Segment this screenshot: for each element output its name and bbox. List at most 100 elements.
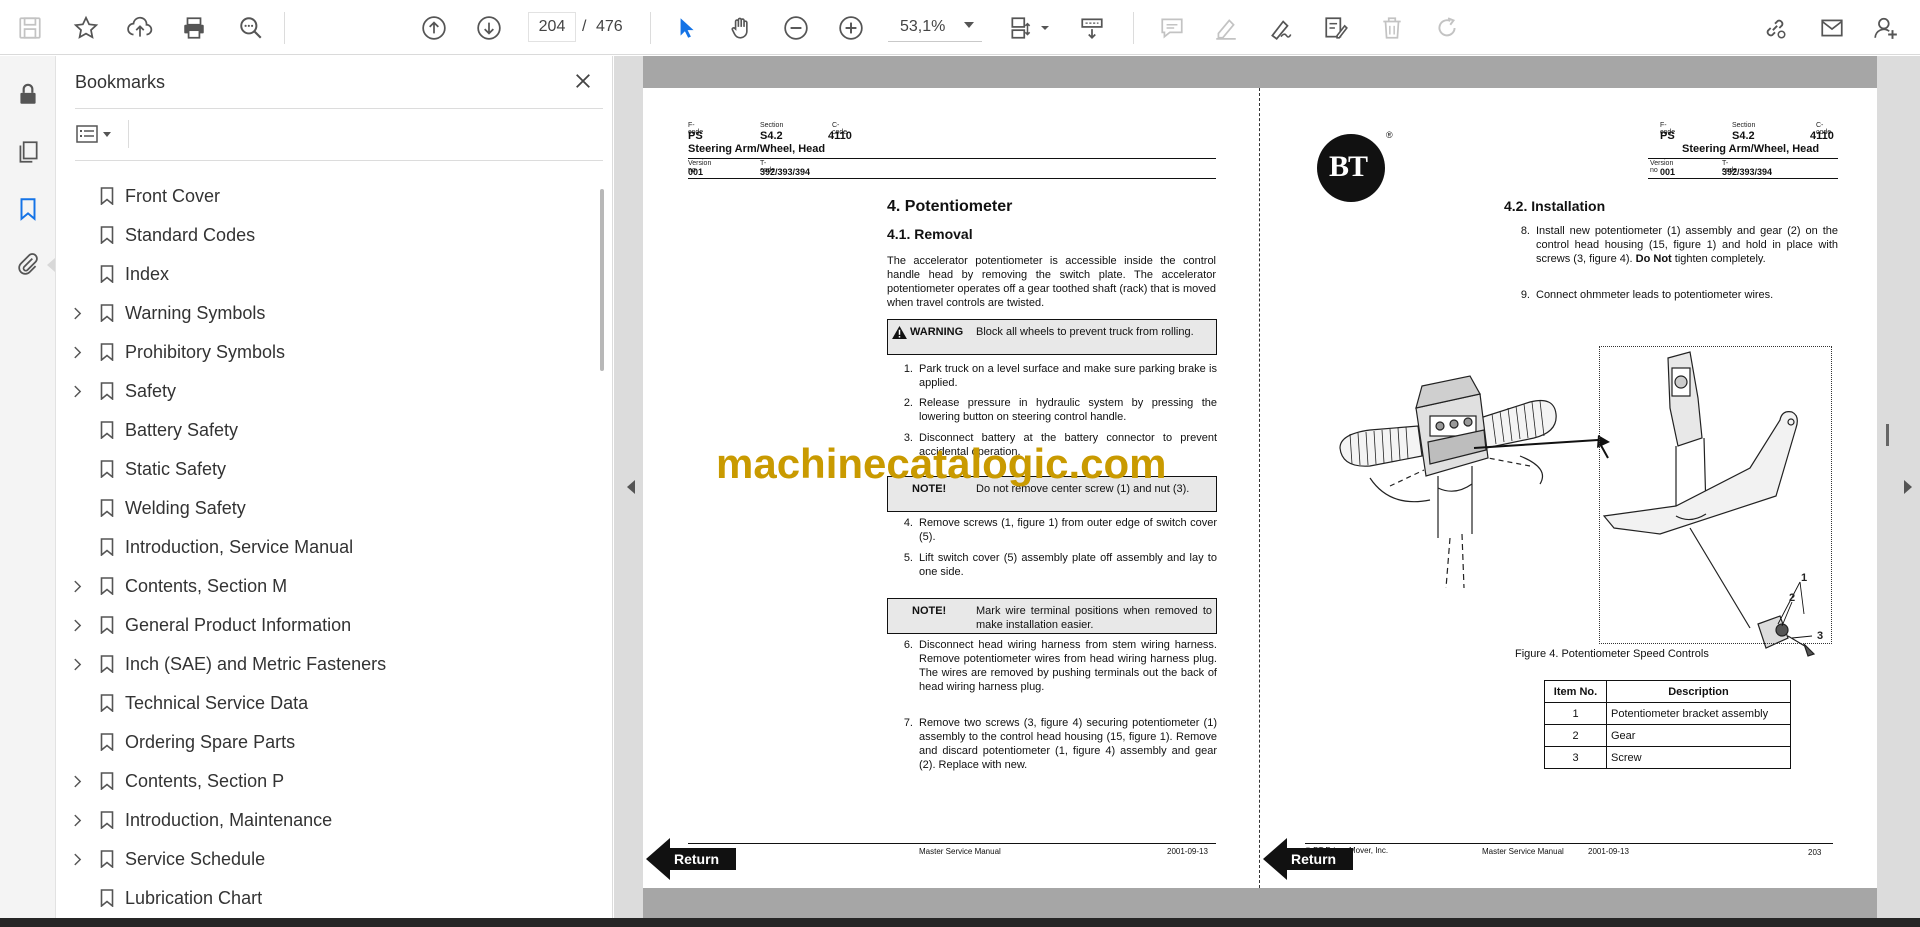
zoom-out-icon[interactable]	[780, 12, 812, 44]
find-icon[interactable]	[235, 12, 267, 44]
tcode-value: 392/393/394	[1722, 167, 1773, 177]
bookmark-label: Contents, Section M	[125, 575, 288, 596]
scrollbar-thumb[interactable]	[600, 189, 604, 371]
user-icon[interactable]	[1870, 12, 1902, 44]
upload-icon[interactable]	[124, 12, 156, 44]
chevron-down-icon[interactable]	[1038, 12, 1052, 44]
bookmark-item[interactable]: Static Safety	[57, 451, 587, 487]
collapse-left-icon[interactable]	[627, 480, 635, 494]
bookmark-icon	[97, 769, 117, 793]
highlight-icon[interactable]	[1210, 12, 1242, 44]
pages-thumbnail-icon[interactable]	[12, 136, 44, 168]
bookmark-item[interactable]: Contents, Section P	[57, 763, 587, 799]
bookmark-label: General Product Information	[125, 614, 352, 635]
bookmark-item[interactable]: Index	[57, 256, 587, 292]
bookmark-label: Warning Symbols	[125, 302, 266, 323]
delete-icon[interactable]	[1376, 12, 1408, 44]
save-icon[interactable]	[14, 12, 46, 44]
bookmark-item[interactable]: Welding Safety	[57, 490, 587, 526]
list-options-icon	[76, 125, 98, 143]
page-gap	[643, 56, 1877, 88]
zoom-in-icon[interactable]	[835, 12, 867, 44]
bookmark-label: Introduction, Maintenance	[125, 809, 333, 830]
bookmark-icon	[97, 223, 117, 247]
chevron-right-icon[interactable]	[69, 305, 85, 321]
footer-manual: Master Service Manual	[1482, 847, 1564, 856]
table-cell: Screw	[1606, 746, 1791, 769]
next-page-icon[interactable]	[473, 12, 505, 44]
bookmark-item[interactable]: Service Schedule	[57, 841, 587, 877]
chevron-right-icon[interactable]	[69, 578, 85, 594]
bookmark-item[interactable]: General Product Information	[57, 607, 587, 643]
print-icon[interactable]	[178, 12, 210, 44]
redo-icon[interactable]	[1431, 12, 1463, 44]
chevron-right-icon[interactable]	[69, 812, 85, 828]
footer-date: 2001-09-13	[1588, 847, 1629, 856]
chevron-right-icon[interactable]	[69, 773, 85, 789]
bookmark-item[interactable]: Contents, Section M	[57, 568, 587, 604]
fit-page-icon[interactable]	[1005, 12, 1037, 44]
fill-sign-icon[interactable]	[1320, 12, 1352, 44]
chevron-right-icon[interactable]	[69, 617, 85, 633]
email-icon[interactable]	[1816, 12, 1848, 44]
prev-page-icon[interactable]	[418, 12, 450, 44]
step-item: 9. Connect ohmmeter leads to potentiomet…	[1512, 288, 1838, 304]
return-button[interactable]: Return	[1263, 838, 1355, 880]
chevron-right-icon[interactable]	[69, 344, 85, 360]
comment-icon[interactable]	[1156, 12, 1188, 44]
bookmark-label: Prohibitory Symbols	[125, 341, 286, 362]
bookmark-star-icon[interactable]	[70, 12, 102, 44]
attachment-icon[interactable]	[12, 248, 44, 280]
expand-right-icon[interactable]	[1904, 480, 1912, 494]
page-number-input[interactable]	[528, 12, 576, 42]
bookmark-item[interactable]: Ordering Spare Parts	[57, 724, 587, 760]
bookmark-icon[interactable]	[12, 193, 44, 225]
step-number: 9.	[1520, 289, 1530, 301]
return-label: Return	[1291, 851, 1337, 867]
bookmark-options-button[interactable]	[75, 118, 123, 150]
resize-handle[interactable]	[1886, 424, 1889, 446]
select-cursor-icon[interactable]	[670, 12, 702, 44]
bookmark-item[interactable]: Technical Service Data	[57, 685, 587, 721]
bookmark-label: Introduction, Service Manual	[125, 536, 354, 557]
bookmark-label: Welding Safety	[125, 497, 246, 518]
scroll-mode-icon[interactable]	[1076, 12, 1108, 44]
chevron-right-icon[interactable]	[69, 851, 85, 867]
bookmark-item[interactable]: Introduction, Service Manual	[57, 529, 587, 565]
bookmark-item[interactable]: Introduction, Maintenance	[57, 802, 587, 838]
bookmark-item[interactable]: Standard Codes	[57, 217, 587, 253]
link-icon[interactable]	[1759, 12, 1791, 44]
bookmark-item[interactable]: Battery Safety	[57, 412, 587, 448]
bt-logo: BT ®	[1316, 130, 1393, 202]
step-text: Remove screws (1, figure 1) from outer e…	[919, 517, 1217, 543]
bookmark-item[interactable]: Safety	[57, 373, 587, 409]
footer-manual: Master Service Manual	[919, 847, 1001, 856]
zoom-select[interactable]: 53,1%	[888, 12, 982, 42]
bookmark-item[interactable]: Front Cover	[57, 178, 587, 214]
close-icon[interactable]	[570, 68, 596, 94]
header-title: Steering Arm/Wheel, Head	[1682, 143, 1820, 155]
hand-icon[interactable]	[725, 12, 757, 44]
bookmark-label: Lubrication Chart	[125, 887, 263, 908]
page-gap	[643, 888, 1877, 918]
bookmark-icon	[97, 262, 117, 286]
return-button[interactable]: Return	[646, 838, 738, 880]
step-text: Install new potentiometer (1) assembly a…	[1536, 224, 1838, 266]
chevron-right-icon[interactable]	[69, 383, 85, 399]
warning-text: Block all wheels to prevent truck from r…	[976, 326, 1194, 338]
table-cell: Potentiometer bracket assembly	[1606, 702, 1791, 725]
footer-rule	[688, 843, 1216, 844]
section-value: S4.2	[760, 130, 783, 142]
bookmark-icon	[97, 730, 117, 754]
sign-icon[interactable]	[1265, 12, 1297, 44]
bookmark-item[interactable]: Lubrication Chart	[57, 880, 587, 908]
bookmark-item[interactable]: Warning Symbols	[57, 295, 587, 331]
table-cell: 1	[1544, 702, 1607, 725]
header-rule	[1648, 178, 1838, 179]
table-cell: 3	[1544, 746, 1607, 769]
page-separator: /	[582, 18, 587, 35]
bookmark-item[interactable]: Inch (SAE) and Metric Fasteners	[57, 646, 587, 682]
lock-icon[interactable]	[12, 78, 44, 110]
bookmark-item[interactable]: Prohibitory Symbols	[57, 334, 587, 370]
chevron-right-icon[interactable]	[69, 656, 85, 672]
